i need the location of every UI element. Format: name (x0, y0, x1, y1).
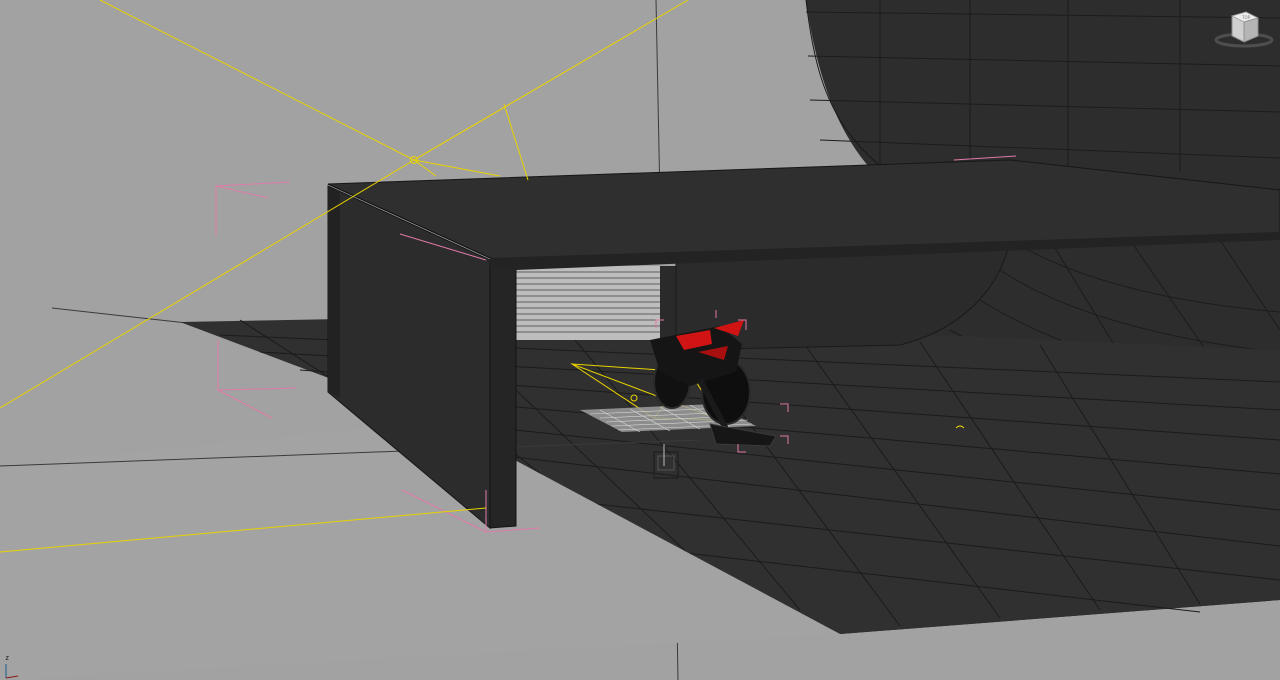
axis-z-label: z (5, 654, 10, 662)
axis-tripod-icon (5, 664, 19, 679)
roller-shutter-door[interactable] (516, 266, 676, 340)
viewcube-icon[interactable]: TOP (1212, 4, 1276, 52)
perspective-viewport[interactable]: TOP z (0, 0, 1280, 680)
viewport-scene[interactable] (0, 0, 1280, 680)
viewcube-label: TOP (1241, 15, 1251, 20)
